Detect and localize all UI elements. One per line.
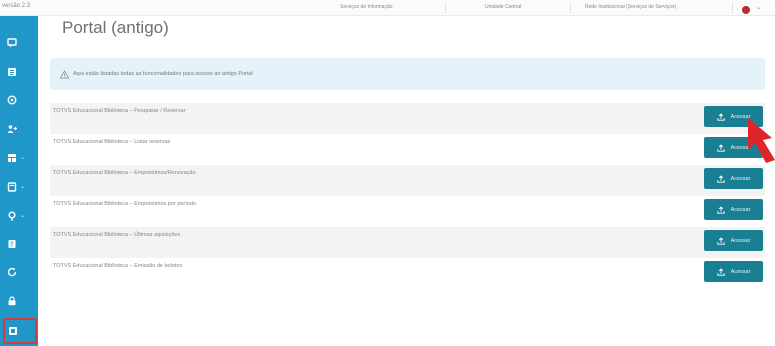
refresh-icon	[7, 267, 17, 277]
sidebar-item-package[interactable]: ⌄	[0, 174, 38, 200]
caret-icon: ⌄	[20, 184, 26, 190]
access-button[interactable]: Acessar	[704, 230, 763, 251]
topbar-divider	[732, 2, 733, 13]
access-button-label: Acessar	[730, 206, 751, 213]
lock-icon	[8, 296, 16, 306]
topbar-divider	[570, 2, 571, 13]
upload-icon	[716, 267, 725, 276]
upload-icon	[716, 143, 725, 152]
book-icon	[8, 240, 16, 248]
access-button-label: Acessar	[730, 268, 751, 275]
list-icon	[8, 68, 16, 76]
sidebar-item-refresh[interactable]	[0, 259, 38, 285]
access-button[interactable]: Acessar	[704, 261, 763, 282]
access-button-label: Acessar	[730, 175, 751, 182]
topbar-segment-2[interactable]: Unidade Central	[485, 4, 521, 10]
sidebar-item-grid[interactable]: ⌄	[0, 145, 38, 171]
upload-icon	[716, 112, 725, 121]
caret-icon: ⌄	[20, 213, 26, 219]
sidebar-item-target[interactable]	[0, 87, 38, 113]
list-item: TOTVS Educacional Biblioteca – Últimas a…	[50, 227, 765, 258]
topbar-segment-1[interactable]: Serviços de Informação	[340, 4, 393, 10]
row-label: TOTVS Educacional Biblioteca – Empréstim…	[53, 170, 196, 176]
upload-icon	[716, 174, 725, 183]
package-icon	[7, 182, 17, 192]
sidebar-item-list[interactable]	[0, 59, 38, 85]
caret-icon: ⌄	[20, 155, 26, 161]
access-button-label: Acessar	[730, 237, 751, 244]
pin-icon	[8, 211, 16, 221]
info-alert: Aqui estão listadas todas as funcionalid…	[50, 58, 765, 90]
list-item: TOTVS Educacional Biblioteca – Emissão d…	[50, 258, 765, 289]
row-label: TOTVS Educacional Biblioteca – Emissão d…	[53, 263, 183, 269]
list-item: TOTVS Educacional Biblioteca – Empréstim…	[50, 165, 765, 196]
sidebar-item-book[interactable]	[0, 231, 38, 257]
list-item: TOTVS Educacional Biblioteca – Pesquisar…	[50, 103, 765, 134]
grid-icon	[8, 154, 16, 162]
sidebar-item-pin[interactable]: ⌄	[0, 203, 38, 229]
topbar-segment-3[interactable]: Rede Institucional (Serviços de Serviços…	[585, 4, 676, 10]
chevron-down-icon[interactable]: ⌄	[756, 3, 762, 11]
pointer-arrow-icon	[748, 118, 775, 163]
top-bar: versão 2.3 Serviços de Informação Unidad…	[0, 0, 775, 16]
sidebar-item-portal[interactable]	[3, 318, 37, 344]
avatar[interactable]	[742, 6, 750, 14]
list-item: TOTVS Educacional Biblioteca – Empréstim…	[50, 196, 765, 227]
alert-text: Aqui estão listadas todas as funcionalid…	[73, 71, 253, 77]
target-icon	[7, 95, 17, 105]
chat-icon	[7, 38, 17, 48]
sidebar-item-lock[interactable]	[0, 288, 38, 314]
upload-icon	[716, 205, 725, 214]
version-label: versão 2.3	[2, 3, 31, 9]
upload-icon	[716, 236, 725, 245]
access-button[interactable]: Acessar	[704, 199, 763, 220]
topbar-divider	[445, 2, 446, 13]
page-title: Portal (antigo)	[62, 18, 169, 37]
row-label: TOTVS Educacional Biblioteca – Listar re…	[53, 139, 171, 145]
user-switch-icon	[7, 125, 17, 133]
sidebar: ⌄ ⌄ ⌄	[0, 16, 38, 346]
list-item: TOTVS Educacional Biblioteca – Listar re…	[50, 134, 765, 165]
row-label: TOTVS Educacional Biblioteca – Empréstim…	[53, 201, 196, 207]
row-label: TOTVS Educacional Biblioteca – Últimas a…	[53, 232, 181, 238]
access-button[interactable]: Acessar	[704, 168, 763, 189]
sidebar-item-users[interactable]	[0, 116, 38, 142]
sidebar-item-chat[interactable]	[0, 30, 38, 56]
row-label: TOTVS Educacional Biblioteca – Pesquisar…	[53, 108, 186, 114]
portal-icon	[9, 327, 17, 335]
warning-icon	[60, 69, 69, 79]
